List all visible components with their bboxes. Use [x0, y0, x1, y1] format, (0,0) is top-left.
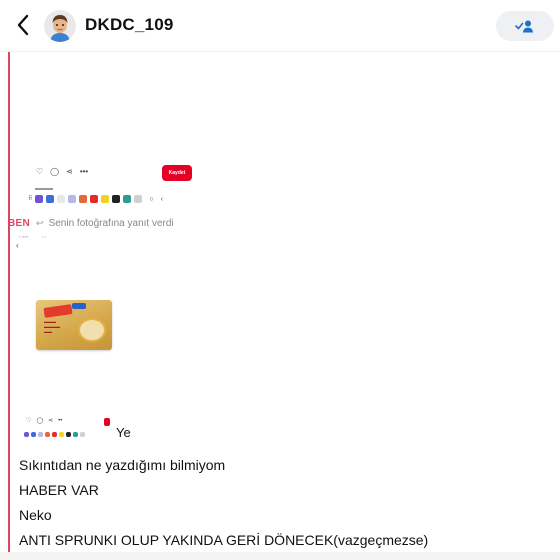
package-text: ▬▬▬ ▬▬▬▬ ▬▬ — [44, 319, 60, 334]
app-icon — [45, 432, 50, 437]
app-icon — [38, 432, 43, 437]
input-area-edge — [0, 552, 560, 560]
package-logo — [43, 304, 73, 318]
share-app-bar: ⠿ ○ ‹ — [28, 195, 163, 203]
comment-icon: ◯ — [50, 167, 60, 176]
app-icon — [134, 195, 143, 203]
share-icon: ⋖ — [66, 167, 73, 176]
app-icon — [46, 195, 55, 203]
circle-icon: ○ — [149, 195, 154, 203]
reply-text: Senin fotoğrafına yanıt verdi — [48, 217, 174, 229]
shared-screenshot-top[interactable]: ♡ ◯ ⋖ ••• Kaydet ⠿ ○ ‹ — [20, 53, 215, 213]
chevron-left-icon: ‹ — [160, 195, 163, 203]
chat-message: Sıkıntıdan ne yazdığımı bilmiyom — [19, 457, 226, 473]
app-icon — [35, 195, 44, 203]
avatar[interactable] — [44, 10, 76, 42]
more-icon: •• — [58, 418, 63, 424]
app-icon — [123, 195, 132, 203]
friend-status-button[interactable] — [496, 11, 554, 41]
bitmoji-avatar-icon — [44, 10, 76, 42]
app-icon — [79, 195, 88, 203]
app-icon — [80, 432, 85, 437]
noodle-package-image: ▬▬▬ ▬▬▬▬ ▬▬ — [36, 300, 112, 350]
back-button[interactable] — [12, 12, 34, 38]
chat-title[interactable]: DKDC_109 — [85, 15, 174, 35]
comment-icon: ◯ — [36, 418, 44, 424]
chat-message: Neko — [19, 507, 52, 523]
heart-icon: ♡ — [36, 167, 44, 176]
shared-screenshot-bottom[interactable]: ▪ ▪▪▪▪▪ ▪ ▪ ‹ ▬▬▬ ▬▬▬▬ ▬▬ ♡ ◯ ⋖ •• — [14, 232, 118, 444]
app-icon — [112, 195, 121, 203]
friend-check-icon — [515, 20, 533, 33]
app-icon — [101, 195, 110, 203]
reply-arrow-icon: ↩ — [36, 217, 44, 228]
save-button — [104, 418, 110, 426]
app-icon — [90, 195, 99, 203]
app-icon — [52, 432, 57, 437]
app-icon — [59, 432, 64, 437]
pin-action-row: ♡ ◯ ⋖ ••• — [36, 168, 88, 176]
saved-message-rail — [8, 52, 10, 560]
app-icon — [66, 432, 71, 437]
app-icon — [57, 195, 66, 203]
chat-header: DKDC_109 — [0, 0, 560, 52]
heart-icon: ♡ — [26, 418, 32, 424]
save-button: Kaydet — [162, 165, 192, 181]
app-icon — [24, 432, 29, 437]
chat-message: HABER VAR — [19, 482, 99, 498]
more-icon: ••• — [79, 167, 89, 176]
status-bar: ▪ ▪▪▪▪▪ ▪ ▪ — [19, 234, 46, 239]
app-row-label — [35, 188, 53, 190]
chat-message: ANTI SPRUNKI OLUP YAKINDA GERİ DÖNECEK(v… — [19, 532, 429, 548]
sender-name: BEN — [8, 217, 31, 229]
chevron-left-icon — [17, 14, 29, 36]
package-badge — [72, 303, 86, 309]
chevron-left-icon: ‹ — [16, 241, 19, 250]
pin-action-row: ♡ ◯ ⋖ •• — [26, 418, 62, 424]
chat-message: Ye — [116, 425, 131, 440]
app-icon — [73, 432, 78, 437]
app-icon — [68, 195, 77, 203]
soup-bowl — [78, 318, 106, 342]
share-app-bar — [24, 432, 85, 437]
app-icon — [31, 432, 36, 437]
share-icon: ⋖ — [48, 418, 54, 424]
grid-icon: ⠿ — [28, 196, 33, 202]
reply-indicator: BEN ↩ Senin fotoğrafına yanıt verdi — [8, 216, 174, 230]
